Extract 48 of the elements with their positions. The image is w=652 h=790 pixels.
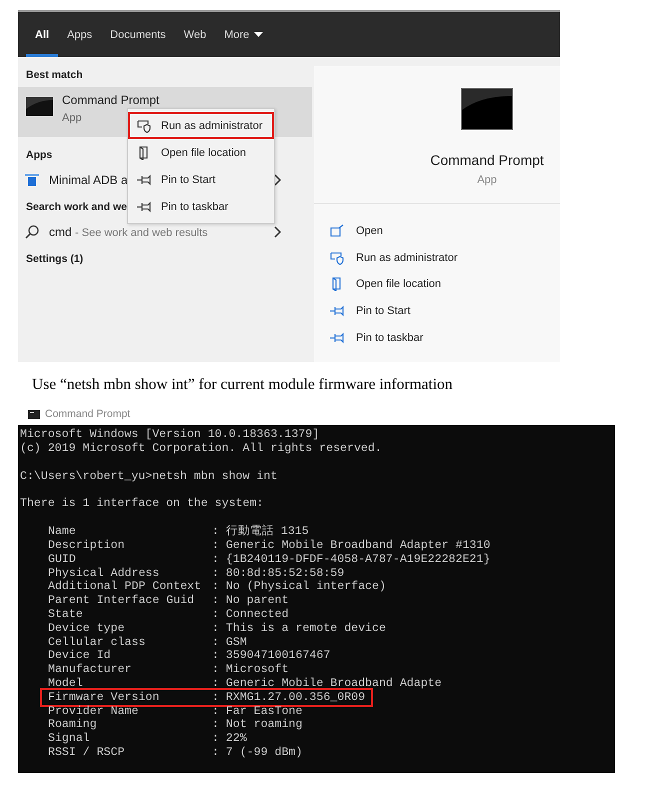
field-label: Parent Interface Guid (48, 594, 196, 608)
field-label: Description (48, 538, 126, 553)
field-label: Model (48, 676, 84, 691)
field-label: GUID (48, 552, 77, 567)
field-value: : This is a remote device (212, 622, 386, 636)
field-label: Roaming (48, 718, 98, 732)
field-value: : {1B240119-DFDF-4058-A787-A19E22282E21} (212, 552, 490, 567)
field-label: Firmware Version (48, 690, 160, 705)
field-label: Name (48, 525, 77, 539)
field-label: Device type (48, 622, 126, 636)
field-label: Device Id (48, 649, 112, 664)
console-line: (c) 2019 Microsoft Corporation. All rights reserved. (20, 442, 382, 456)
field-label: RSSI / RSCP (48, 746, 126, 760)
console-command: C:\Users\robert_yu>netsh mbn show int (20, 470, 278, 484)
console-line: Microsoft Windows [Version 10.0.18363.1379] (20, 428, 320, 442)
caption-text: Use “netsh mbn show int” for current module firmware information (32, 375, 454, 395)
window-title: Command Prompt (45, 408, 130, 420)
section-heading: Best match (25, 68, 84, 82)
field-value: : 22% (212, 732, 247, 746)
field-value: : RXMG1.27.00.356_0R09 (212, 690, 366, 705)
section-heading: Settings (1) (25, 252, 84, 266)
section-heading: Apps (25, 148, 54, 162)
field-label: Additional PDP Context (48, 580, 202, 594)
result-title: Command Prompt (62, 93, 160, 107)
field-value: : 80:8d:85:52:58:59 (212, 566, 344, 580)
field-value: : Microsoft (212, 663, 289, 677)
field-label: Signal (48, 732, 91, 746)
field-value: : 行動電話 1315 (212, 525, 309, 539)
field-label: Cellular class (48, 636, 146, 650)
field-value: : 359047100167467 (212, 649, 330, 664)
console-line: There is 1 interface on the system: (20, 497, 264, 512)
app-title: Command Prompt (430, 152, 544, 168)
section-heading: Search work and we (25, 200, 128, 214)
field-value: : No parent (212, 594, 289, 608)
field-value: : 7 (-99 dBm) (212, 746, 302, 760)
field-value: : Far EasTone (212, 704, 302, 718)
field-label: Physical Address (48, 566, 160, 580)
field-value: : Generic Mobile Broadband Adapte (212, 676, 442, 691)
field-value: : No (Physical interface) (212, 580, 386, 594)
result-type: App (62, 112, 82, 124)
field-value: : Not roaming (212, 718, 302, 732)
field-label: State (48, 608, 84, 622)
field-label: Provider Name (48, 704, 140, 718)
field-value: : GSM (212, 636, 247, 650)
field-value: : Generic Mobile Broadband Adapter #1310 (212, 538, 490, 553)
app-type: App (477, 174, 497, 186)
field-label: Manufacturer (48, 663, 132, 677)
field-value: : Connected (212, 608, 289, 622)
